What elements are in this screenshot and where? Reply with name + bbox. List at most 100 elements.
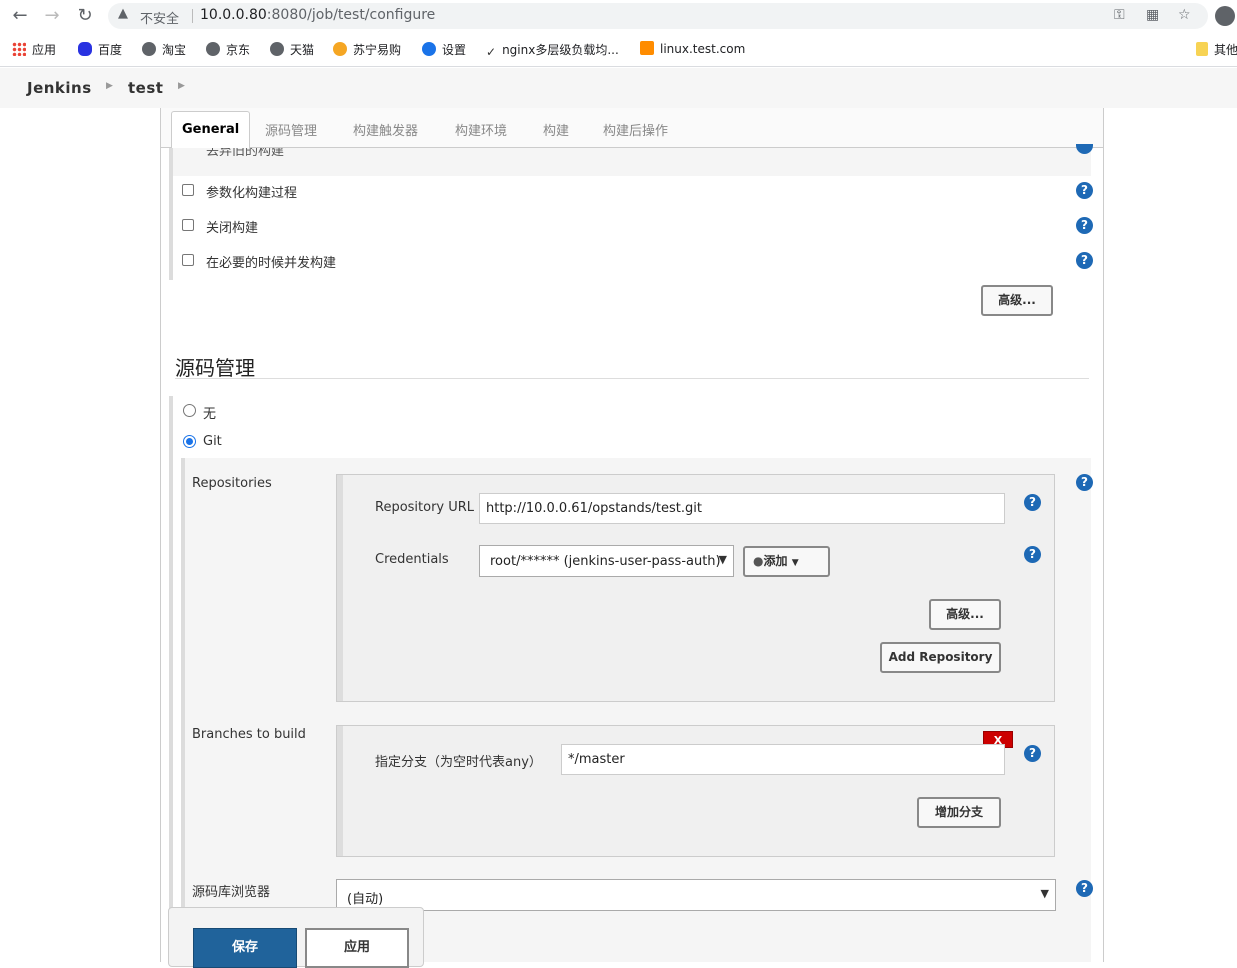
repositories-label: Repositories (192, 476, 272, 491)
repo-url-input[interactable]: http://10.0.0.61/opstands/test.git (479, 493, 1005, 524)
partial-option-label: 丢弃旧的构建 (206, 148, 285, 156)
url-host: 10.0.0.80 (200, 7, 267, 23)
help-icon[interactable]: ? (1024, 745, 1041, 762)
concurrent-build-label: 在必要的时候并发构建 (206, 256, 337, 271)
tab-general[interactable]: General (171, 111, 251, 149)
scm-git-radio[interactable] (183, 435, 196, 448)
add-credentials-label: 添加 (763, 554, 788, 568)
suning-icon (333, 42, 347, 56)
bookmarks-bar: 应用 百度 淘宝 京东 天猫 苏宁易购 设置 ✓ nginx多层级负载均... l… (0, 32, 1237, 67)
parameterized-label: 参数化构建过程 (206, 186, 298, 201)
star-icon[interactable]: ☆ (1178, 7, 1191, 23)
translate-icon[interactable]: ▦ (1146, 7, 1159, 23)
address-separator (192, 9, 193, 23)
bookmark-label: 淘宝 (162, 43, 187, 57)
repository-box-bar (337, 475, 343, 701)
help-icon[interactable]: ? (1024, 546, 1041, 563)
bookmark-label: 百度 (98, 43, 123, 57)
nginx-icon: ✓ (486, 45, 497, 59)
scm-none-label: 无 (203, 407, 217, 422)
bookmark-label: 应用 (32, 43, 57, 57)
tab-post-build[interactable]: 构建后操作 (603, 120, 668, 139)
gear-icon (422, 42, 436, 56)
bookmark-label: linux.test.com (660, 42, 746, 56)
save-button[interactable]: 保存 (193, 928, 297, 968)
bookmark-jd[interactable]: 京东 (206, 41, 250, 58)
scm-section-bar (169, 396, 173, 962)
forward-icon[interactable]: → (42, 6, 62, 26)
help-icon[interactable]: ? (1076, 217, 1093, 234)
disable-build-checkbox[interactable] (182, 219, 194, 231)
parameterized-checkbox[interactable] (182, 184, 194, 196)
bookmark-label: 其他 (1214, 43, 1237, 57)
apply-button[interactable]: 应用 (305, 928, 409, 968)
add-credentials-button[interactable]: ●添加 ▼ (743, 546, 830, 577)
bookmark-label: 设置 (442, 43, 467, 57)
caret-down-icon: ▼ (791, 558, 799, 568)
bookmark-label: nginx多层级负载均... (502, 43, 619, 57)
help-icon[interactable]: ? (1076, 182, 1093, 199)
apps-grid-icon (12, 42, 26, 56)
help-icon[interactable]: ? (1024, 494, 1041, 511)
folder-icon (1196, 42, 1208, 56)
chevron-right-icon[interactable]: ▶ (178, 81, 185, 91)
help-icon[interactable]: ? (1076, 252, 1093, 269)
credentials-label: Credentials (375, 552, 449, 567)
bookmark-nginx[interactable]: ✓ nginx多层级负载均... (486, 41, 619, 59)
bookmark-label: 天猫 (290, 43, 315, 57)
repo-browser-select[interactable]: (自动) ▼ (336, 879, 1056, 911)
credentials-select[interactable]: root/****** (jenkins-user-pass-auth) ▼ (479, 545, 734, 577)
repo-advanced-button[interactable]: 高级... (929, 599, 1001, 630)
bookmark-settings[interactable]: 设置 (422, 41, 466, 58)
chevron-right-icon[interactable]: ▶ (106, 81, 113, 91)
address-bar[interactable]: ▲ 不安全 10.0.0.80:8080/job/test/configure … (108, 3, 1208, 29)
add-repository-button[interactable]: Add Repository (880, 642, 1001, 673)
config-panel: General 源码管理 构建触发器 构建环境 构建 构建后操作 丢弃旧的构建 … (160, 108, 1104, 962)
branches-label: Branches to build (192, 727, 306, 742)
tab-environment[interactable]: 构建环境 (455, 120, 507, 139)
help-icon[interactable]: ? (1076, 880, 1093, 897)
globe-icon (142, 42, 156, 56)
bookmark-label: 京东 (226, 43, 251, 57)
security-label: 不安全 (140, 12, 180, 27)
bookmark-apps[interactable]: 应用 (12, 41, 56, 58)
tab-scm[interactable]: 源码管理 (265, 120, 317, 139)
key-icon[interactable]: ⚿ (1114, 7, 1125, 23)
disable-build-label: 关闭构建 (206, 221, 259, 236)
key-icon: ● (753, 554, 764, 568)
back-icon[interactable]: ← (10, 6, 30, 26)
section-divider (175, 378, 1089, 379)
browser-toolbar: ← → ↻ ▲ 不安全 10.0.0.80:8080/job/test/conf… (0, 0, 1237, 32)
partial-row: 丢弃旧的构建 (173, 148, 1091, 156)
repo-browser-label: 源码库浏览器 (192, 885, 271, 900)
reload-icon[interactable]: ↻ (75, 6, 95, 26)
concurrent-build-checkbox[interactable] (182, 254, 194, 266)
general-advanced-button[interactable]: 高级... (981, 285, 1053, 316)
add-branch-button[interactable]: 增加分支 (917, 797, 1001, 828)
tab-build[interactable]: 构建 (543, 120, 569, 139)
bookmark-tmall[interactable]: 天猫 (270, 41, 314, 58)
credentials-value: root/****** (jenkins-user-pass-auth) (490, 554, 721, 569)
breadcrumb-job[interactable]: test (128, 79, 163, 97)
bookmark-label: 苏宁易购 (353, 43, 402, 57)
tab-triggers[interactable]: 构建触发器 (353, 120, 418, 139)
branch-spec-label: 指定分支（为空时代表any） (375, 755, 542, 770)
breadcrumb: Jenkins ▶ test ▶ (0, 68, 1237, 108)
tab-bar: General 源码管理 构建触发器 构建环境 构建 构建后操作 (161, 108, 1103, 149)
help-icon[interactable]: ? (1076, 474, 1093, 491)
globe-icon (206, 42, 220, 56)
d-logo-icon (640, 41, 654, 55)
bookmark-linux[interactable]: linux.test.com (640, 41, 745, 56)
bookmark-taobao[interactable]: 淘宝 (142, 41, 186, 58)
repo-url-label: Repository URL (375, 500, 475, 515)
scm-none-radio[interactable] (183, 404, 196, 417)
bookmark-baidu[interactable]: 百度 (78, 41, 122, 58)
bookmark-suning[interactable]: 苏宁易购 (333, 41, 401, 58)
bookmark-other[interactable]: 其他 (1196, 41, 1237, 58)
globe-icon (270, 42, 284, 56)
address-url[interactable]: 10.0.0.80:8080/job/test/configure (200, 7, 435, 23)
profile-avatar-icon[interactable] (1215, 6, 1235, 26)
breadcrumb-jenkins[interactable]: Jenkins (27, 79, 92, 97)
repo-browser-value: (自动) (347, 892, 384, 907)
branch-spec-input[interactable]: */master (561, 744, 1005, 775)
